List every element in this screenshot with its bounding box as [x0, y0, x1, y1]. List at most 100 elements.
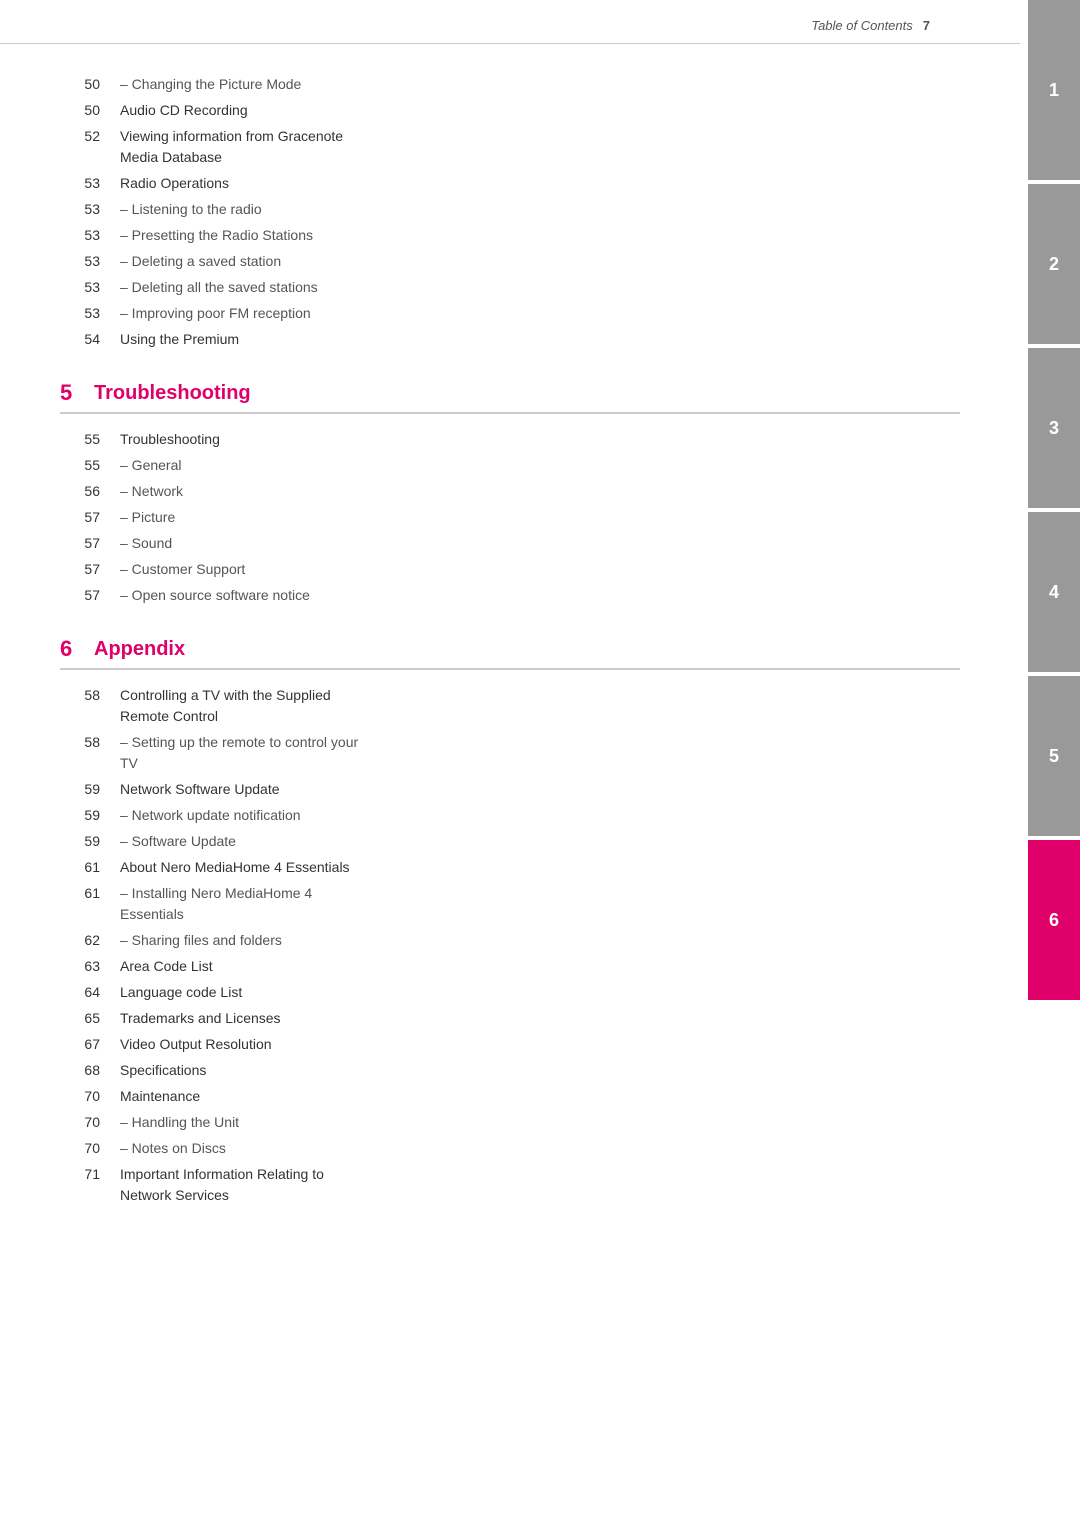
list-item: 53 – Deleting a saved station: [60, 251, 960, 272]
list-item: 63 Area Code List: [60, 956, 960, 977]
page-number: 59: [60, 779, 100, 800]
list-item: 61 – Installing Nero MediaHome 4Essentia…: [60, 883, 960, 925]
section-6-entries: 58 Controlling a TV with the SuppliedRem…: [60, 685, 960, 1206]
entry-label: – Network update notification: [120, 805, 301, 826]
section-5-number: 5: [60, 380, 80, 406]
page-number: 50: [60, 100, 100, 121]
page-number: 62: [60, 930, 100, 951]
entry-label: Area Code List: [120, 956, 213, 977]
page-number: 57: [60, 559, 100, 580]
page-number: 52: [60, 126, 100, 147]
entry-label: Video Output Resolution: [120, 1034, 272, 1055]
page-number: 61: [60, 857, 100, 878]
side-tab-4[interactable]: 4: [1028, 512, 1080, 672]
entry-label: – Presetting the Radio Stations: [120, 225, 313, 246]
entry-label: Network Software Update: [120, 779, 280, 800]
entry-label: – Sound: [120, 533, 172, 554]
list-item: 70 Maintenance: [60, 1086, 960, 1107]
page-number: 57: [60, 533, 100, 554]
entry-label: Maintenance: [120, 1086, 200, 1107]
list-item: 53 – Deleting all the saved stations: [60, 277, 960, 298]
entry-label: Specifications: [120, 1060, 206, 1081]
page-number: 57: [60, 507, 100, 528]
list-item: 55 Troubleshooting: [60, 429, 960, 450]
list-item: 55 – General: [60, 455, 960, 476]
entry-label: – Picture: [120, 507, 175, 528]
entry-label: Trademarks and Licenses: [120, 1008, 281, 1029]
page-number: 50: [60, 74, 100, 95]
entry-label: – Deleting a saved station: [120, 251, 281, 272]
page-number: 59: [60, 831, 100, 852]
list-item: 50 – Changing the Picture Mode: [60, 74, 960, 95]
main-content: 50 – Changing the Picture Mode 50 Audio …: [0, 44, 1020, 1251]
entry-label: – Network: [120, 481, 183, 502]
list-item: 71 Important Information Relating toNetw…: [60, 1164, 960, 1206]
list-item: 59 – Software Update: [60, 831, 960, 852]
list-item: 56 – Network: [60, 481, 960, 502]
list-item: 65 Trademarks and Licenses: [60, 1008, 960, 1029]
entry-label: About Nero MediaHome 4 Essentials: [120, 857, 350, 878]
entry-label: – Software Update: [120, 831, 236, 852]
section-6-title: Appendix: [94, 638, 185, 661]
page-number: 53: [60, 173, 100, 194]
list-item: 58 Controlling a TV with the SuppliedRem…: [60, 685, 960, 727]
entry-label: Viewing information from GracenoteMedia …: [120, 126, 343, 168]
entry-label: Using the Premium: [120, 329, 239, 350]
section-5-title: Troubleshooting: [94, 382, 251, 405]
page-number: 58: [60, 732, 100, 753]
page-number: 59: [60, 805, 100, 826]
list-item: 57 – Open source software notice: [60, 585, 960, 606]
page-number: 70: [60, 1112, 100, 1133]
side-tab-1[interactable]: 1: [1028, 0, 1080, 180]
list-item: 52 Viewing information from GracenoteMed…: [60, 126, 960, 168]
page-number: 56: [60, 481, 100, 502]
header-page: 7: [923, 18, 930, 33]
list-item: 53 – Improving poor FM reception: [60, 303, 960, 324]
header-title: Table of Contents: [811, 18, 912, 33]
page-number: 71: [60, 1164, 100, 1185]
list-item: 59 Network Software Update: [60, 779, 960, 800]
list-item: 67 Video Output Resolution: [60, 1034, 960, 1055]
entry-label: – Deleting all the saved stations: [120, 277, 318, 298]
side-tab-5[interactable]: 5: [1028, 676, 1080, 836]
entry-label: – General: [120, 455, 181, 476]
page-number: 67: [60, 1034, 100, 1055]
page-number: 65: [60, 1008, 100, 1029]
list-item: 57 – Customer Support: [60, 559, 960, 580]
side-tab-6[interactable]: 6: [1028, 840, 1080, 1000]
page-number: 63: [60, 956, 100, 977]
page-number: 58: [60, 685, 100, 706]
list-item: 59 – Network update notification: [60, 805, 960, 826]
list-item: 68 Specifications: [60, 1060, 960, 1081]
entry-label: – Changing the Picture Mode: [120, 74, 301, 95]
page-number: 53: [60, 277, 100, 298]
entry-label: – Installing Nero MediaHome 4Essentials: [120, 883, 312, 925]
list-item: 64 Language code List: [60, 982, 960, 1003]
list-item: 53 Radio Operations: [60, 173, 960, 194]
list-item: 70 – Handling the Unit: [60, 1112, 960, 1133]
page-number: 53: [60, 303, 100, 324]
side-tab-3[interactable]: 3: [1028, 348, 1080, 508]
entry-label: – Notes on Discs: [120, 1138, 226, 1159]
entry-label: – Listening to the radio: [120, 199, 262, 220]
page-number: 53: [60, 199, 100, 220]
entry-label: – Customer Support: [120, 559, 245, 580]
entry-label: Troubleshooting: [120, 429, 220, 450]
page-number: 70: [60, 1086, 100, 1107]
entry-label: – Open source software notice: [120, 585, 310, 606]
list-item: 62 – Sharing files and folders: [60, 930, 960, 951]
side-tab-2[interactable]: 2: [1028, 184, 1080, 344]
page-number: 55: [60, 429, 100, 450]
entry-label: – Setting up the remote to control yourT…: [120, 732, 358, 774]
list-item: 61 About Nero MediaHome 4 Essentials: [60, 857, 960, 878]
page-number: 70: [60, 1138, 100, 1159]
entry-label: Radio Operations: [120, 173, 229, 194]
list-item: 57 – Picture: [60, 507, 960, 528]
entry-label: Important Information Relating toNetwork…: [120, 1164, 324, 1206]
entry-label: Language code List: [120, 982, 242, 1003]
list-item: 57 – Sound: [60, 533, 960, 554]
section-6-number: 6: [60, 636, 80, 662]
page-number: 53: [60, 251, 100, 272]
initial-entries: 50 – Changing the Picture Mode 50 Audio …: [60, 74, 960, 350]
section-5-header: 5 Troubleshooting: [60, 380, 960, 414]
